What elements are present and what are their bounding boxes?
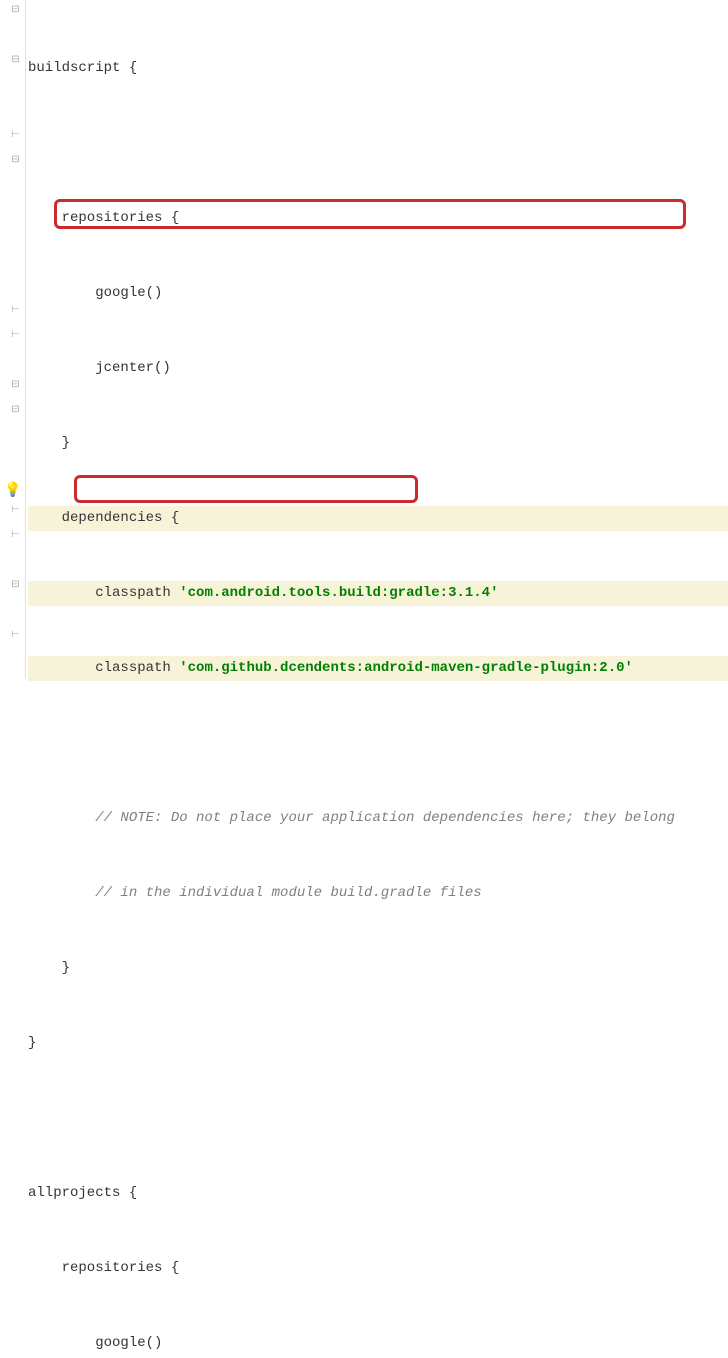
code-line: jcenter() xyxy=(28,356,728,381)
fold-icon[interactable]: ⊟ xyxy=(10,381,21,392)
classpath-keyword: classpath xyxy=(28,585,179,601)
fold-end-icon: ⊢ xyxy=(10,131,21,142)
fold-icon[interactable]: ⊟ xyxy=(10,581,21,592)
code-line: repositories { xyxy=(28,1256,728,1281)
code-line: buildscript { xyxy=(28,56,728,81)
comment: // in the individual module build.gradle… xyxy=(28,885,482,901)
classpath-keyword: classpath xyxy=(28,660,179,676)
code-editor[interactable]: ⊟ ⊟ ⊢ ⊟ ⊢ ⊢ ⊟ ⊟ 💡 ⊢ ⊢ ⊟ ⊢ buildscript { … xyxy=(0,0,728,679)
fold-icon[interactable]: ⊟ xyxy=(10,406,21,417)
code-line xyxy=(28,731,728,756)
code-line: dependencies { xyxy=(28,506,728,531)
code-line: classpath 'com.android.tools.build:gradl… xyxy=(28,581,728,606)
gutter: ⊟ ⊟ ⊢ ⊟ ⊢ ⊢ ⊟ ⊟ 💡 ⊢ ⊢ ⊟ ⊢ xyxy=(0,0,26,679)
fold-icon[interactable]: ⊟ xyxy=(10,56,21,67)
fold-end-icon: ⊢ xyxy=(10,331,21,342)
code-line xyxy=(28,1106,728,1131)
fold-end-icon: ⊢ xyxy=(10,631,21,642)
highlight-box-maven xyxy=(74,475,418,503)
code-line: google() xyxy=(28,1331,728,1356)
fold-icon[interactable]: ⊟ xyxy=(10,6,21,17)
code-line xyxy=(28,131,728,156)
lightbulb-icon[interactable]: 💡 xyxy=(4,484,20,500)
code-area[interactable]: buildscript { repositories { google() jc… xyxy=(26,0,728,679)
string-literal: 'com.github.dcendents:android-maven-grad… xyxy=(179,660,633,676)
comment: // NOTE: Do not place your application d… xyxy=(28,810,675,826)
fold-end-icon: ⊢ xyxy=(10,506,21,517)
code-line: google() xyxy=(28,281,728,306)
fold-end-icon: ⊢ xyxy=(10,531,21,542)
code-line: // NOTE: Do not place your application d… xyxy=(28,806,728,831)
code-line: classpath 'com.github.dcendents:android-… xyxy=(28,656,728,681)
fold-end-icon: ⊢ xyxy=(10,306,21,317)
code-line: } xyxy=(28,956,728,981)
string-literal: 'com.android.tools.build:gradle:3.1.4' xyxy=(179,585,498,601)
code-line: allprojects { xyxy=(28,1181,728,1206)
fold-icon[interactable]: ⊟ xyxy=(10,156,21,167)
code-line: } xyxy=(28,1031,728,1056)
code-line: // in the individual module build.gradle… xyxy=(28,881,728,906)
code-line: repositories { xyxy=(28,206,728,231)
code-line: } xyxy=(28,431,728,456)
